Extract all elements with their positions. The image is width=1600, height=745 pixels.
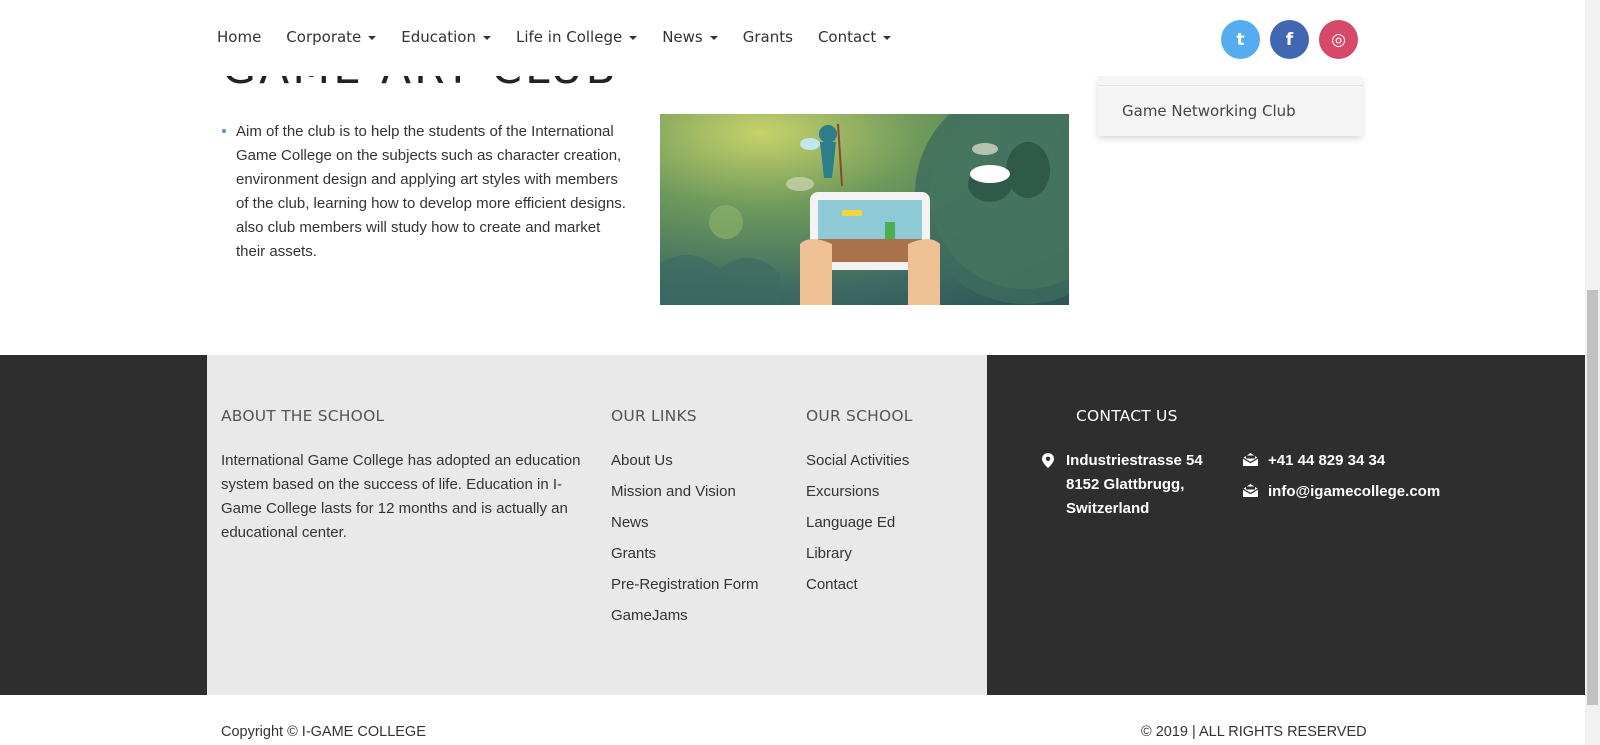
address-line-1: Industriestrasse 54 — [1066, 452, 1203, 469]
contact-email: info@igamecollege.com — [1242, 480, 1440, 504]
school-link-library[interactable]: Library — [806, 542, 909, 573]
copyright-right: © 2019 | ALL RIGHTS RESERVED — [1141, 724, 1367, 740]
scrollbar-thumb[interactable] — [1587, 290, 1598, 705]
nav-item-education[interactable]: Education — [401, 28, 491, 46]
contact-address: Industriestrasse 54 8152 Glattbrugg, Swi… — [1040, 449, 1203, 521]
nav-item-news[interactable]: News — [662, 28, 718, 46]
copyright-left: Copyright © I-GAME COLLEGE — [221, 724, 426, 740]
footer-link-gamejams[interactable]: GameJams — [611, 604, 759, 635]
nav-item-label: Education — [401, 28, 476, 46]
nav-item-life-in-college[interactable]: Life in College — [515, 28, 638, 46]
address-line-2: 8152 Glattbrugg, — [1066, 476, 1185, 493]
page-scrollbar[interactable] — [1585, 0, 1600, 745]
facebook-icon[interactable]: f — [1270, 20, 1309, 59]
club-description-text: Aim of the club is to help the students … — [236, 123, 626, 260]
club-illustration — [660, 114, 1069, 305]
footer-link-about-us[interactable]: About Us — [611, 449, 759, 480]
footer-link-pre-registration-form[interactable]: Pre-Registration Form — [611, 573, 759, 604]
footer-school-list: Social Activities Excursions Language Ed Li… — [806, 449, 909, 604]
footer-link-mission-and-vision[interactable]: Mission and Vision — [611, 480, 759, 511]
contact-heading: CONTACT US — [1076, 407, 1178, 425]
nav-item-label: Corporate — [286, 28, 362, 46]
footer-contact-panel — [987, 355, 1585, 695]
nav-menu: Home Corporate Education Life in College New… — [217, 28, 916, 46]
sidebar-club-list: Game Networking Club — [1098, 76, 1362, 136]
caret-down-icon — [482, 36, 491, 40]
school-link-social-activities[interactable]: Social Activities — [806, 449, 909, 480]
nav-item-grants[interactable]: Grants — [743, 28, 793, 46]
school-link-language-ed[interactable]: Language Ed — [806, 511, 909, 542]
nav-item-label: Contact — [817, 28, 877, 46]
nav-item-label: News — [662, 28, 703, 46]
gaming-illustration-image — [660, 114, 1069, 305]
about-heading: ABOUT THE SCHOOL — [221, 407, 385, 425]
email-address[interactable]: info@igamecollege.com — [1268, 480, 1440, 504]
nav-item-label: Grants — [742, 28, 793, 46]
about-text: International Game College has adopted a… — [221, 452, 581, 541]
contact-phone: +41 44 829 34 34 — [1242, 449, 1385, 473]
footer-link-news[interactable]: News — [611, 511, 759, 542]
footer-links-list: About Us Mission and Vision News Grants Pre-… — [611, 449, 759, 635]
nav-item-corporate[interactable]: Corporate — [286, 28, 377, 46]
caret-down-icon — [883, 36, 892, 40]
bullet-icon — [222, 129, 226, 133]
envelope-open-icon — [1242, 480, 1258, 504]
twitter-icon[interactable]: t — [1221, 20, 1260, 59]
club-description: Aim of the club is to help the students … — [220, 120, 630, 264]
footer-left-margin — [0, 355, 207, 695]
envelope-open-icon — [1242, 449, 1258, 473]
links-heading: OUR LINKS — [611, 407, 697, 425]
phone-number[interactable]: +41 44 829 34 34 — [1268, 449, 1385, 473]
caret-down-icon — [709, 36, 718, 40]
sidebar-item-game-networking-club[interactable]: Game Networking Club — [1122, 102, 1296, 120]
nav-item-home[interactable]: Home — [217, 28, 261, 46]
address-line-3: Switzerland — [1066, 500, 1150, 517]
caret-down-icon — [368, 36, 377, 40]
school-heading: OUR SCHOOL — [806, 407, 913, 425]
nav-item-label: Life in College — [515, 28, 623, 46]
nav-item-contact[interactable]: Contact — [817, 28, 892, 46]
sidebar-divider — [1098, 85, 1362, 86]
school-link-excursions[interactable]: Excursions — [806, 480, 909, 511]
footer-link-grants[interactable]: Grants — [611, 542, 759, 573]
school-link-contact[interactable]: Contact — [806, 573, 909, 604]
top-navigation: Home Corporate Education Life in College New… — [0, 0, 1585, 76]
social-links: t f ◎ — [1221, 20, 1368, 59]
map-pin-icon — [1040, 449, 1056, 521]
nav-item-label: Home — [217, 28, 262, 46]
caret-down-icon — [629, 36, 638, 40]
instagram-icon[interactable]: ◎ — [1319, 20, 1358, 59]
